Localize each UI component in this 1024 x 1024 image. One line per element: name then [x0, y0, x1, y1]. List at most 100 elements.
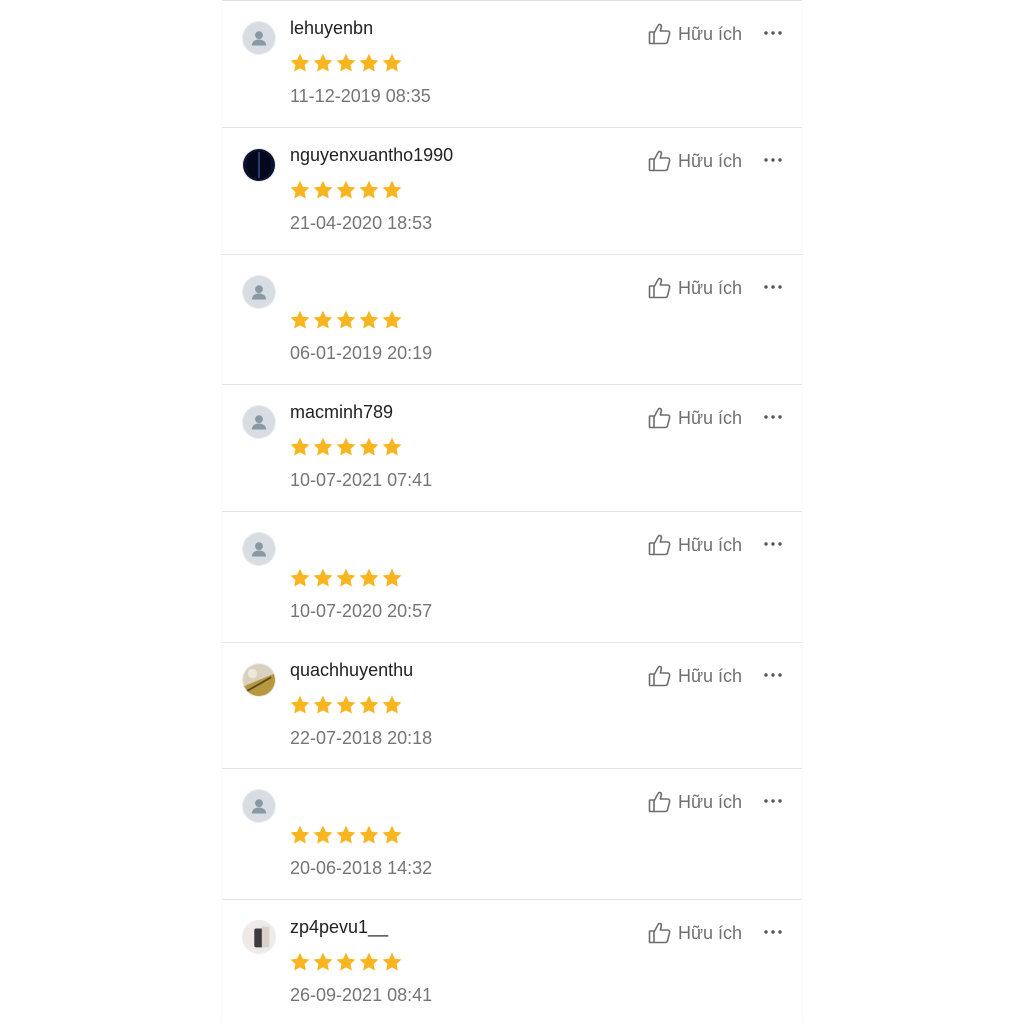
more-options-icon[interactable]: [762, 27, 784, 39]
reviewer-username[interactable]: zp4pevu1__: [290, 917, 388, 938]
thumbs-up-icon: [648, 22, 672, 46]
helpful-button[interactable]: Hữu ích: [648, 663, 742, 689]
rating-stars: [289, 824, 404, 846]
star-filled-icon: [358, 824, 380, 846]
star-filled-icon: [381, 436, 403, 458]
helpful-label: Hữu ích: [678, 665, 743, 686]
star-filled-icon: [335, 694, 357, 716]
star-filled-icon: [335, 824, 357, 846]
thumbs-up-icon: [648, 664, 672, 688]
helpful-button[interactable]: Hữu ích: [648, 21, 742, 47]
star-filled-icon: [335, 309, 357, 331]
person-silhouette-icon: [243, 22, 275, 54]
rating-stars: [289, 567, 404, 589]
more-options-icon[interactable]: [762, 926, 784, 938]
star-filled-icon: [335, 436, 357, 458]
helpful-label: Hữu ích: [678, 534, 743, 555]
person-silhouette-icon: [243, 406, 275, 438]
more-options-icon[interactable]: [762, 795, 784, 807]
star-filled-icon: [381, 309, 403, 331]
helpful-button[interactable]: Hữu ích: [648, 275, 742, 301]
review-date: 22-07-2018 20:18: [290, 728, 433, 748]
user-avatar[interactable]: [242, 21, 276, 55]
star-filled-icon: [381, 52, 403, 74]
rating-stars: [289, 694, 404, 716]
user-avatar[interactable]: [242, 275, 276, 309]
review-list: lehuyenbn 11-12-2019 08:35 Hữu ích nguyenxu…: [222, 0, 802, 1024]
star-filled-icon: [358, 567, 380, 589]
review-item: nguyenxuantho1990 21-04-2020 18:53 Hữu ích: [222, 128, 802, 255]
star-filled-icon: [312, 309, 334, 331]
star-filled-icon: [289, 52, 311, 74]
rating-stars: [289, 951, 404, 973]
helpful-label: Hữu ích: [678, 150, 743, 171]
star-filled-icon: [312, 52, 334, 74]
star-filled-icon: [381, 179, 403, 201]
avatar-photo: [243, 921, 275, 953]
review-item: 20-06-2018 14:32 Hữu ích: [222, 769, 802, 900]
rating-stars: [289, 52, 404, 74]
star-filled-icon: [335, 951, 357, 973]
thumbs-up-icon: [648, 406, 672, 430]
review-item: 10-07-2020 20:57 Hữu ích: [222, 512, 802, 643]
star-filled-icon: [312, 951, 334, 973]
star-filled-icon: [312, 567, 334, 589]
star-filled-icon: [289, 694, 311, 716]
helpful-button[interactable]: Hữu ích: [648, 148, 742, 174]
person-silhouette-icon: [243, 790, 275, 822]
star-filled-icon: [289, 309, 311, 331]
reviewer-username[interactable]: lehuyenbn: [290, 18, 373, 39]
star-filled-icon: [358, 309, 380, 331]
star-filled-icon: [358, 179, 380, 201]
star-filled-icon: [312, 824, 334, 846]
reviewer-username[interactable]: quachhuyenthu: [290, 660, 413, 681]
helpful-label: Hữu ích: [678, 791, 743, 812]
person-silhouette-icon: [243, 276, 275, 308]
review-item: macminh789 10-07-2021 07:41 Hữu ích: [222, 385, 802, 512]
user-avatar[interactable]: [242, 532, 276, 566]
helpful-button[interactable]: Hữu ích: [648, 789, 742, 815]
reviewer-username[interactable]: nguyenxuantho1990: [290, 145, 453, 166]
star-filled-icon: [312, 436, 334, 458]
helpful-button[interactable]: Hữu ích: [648, 532, 742, 558]
star-filled-icon: [312, 694, 334, 716]
review-item: zp4pevu1__ 26-09-2021 08:41 Hữu ích: [222, 900, 802, 1024]
avatar-photo: [243, 149, 275, 181]
helpful-label: Hữu ích: [678, 23, 743, 44]
more-options-icon[interactable]: [762, 538, 784, 550]
helpful-button[interactable]: Hữu ích: [648, 920, 742, 946]
person-silhouette-icon: [243, 533, 275, 565]
more-options-icon[interactable]: [762, 281, 784, 293]
review-item: lehuyenbn 11-12-2019 08:35 Hữu ích: [222, 1, 802, 128]
user-avatar[interactable]: [242, 148, 276, 182]
review-date: 21-04-2020 18:53: [290, 213, 433, 233]
avatar-photo: [243, 664, 275, 696]
star-filled-icon: [289, 824, 311, 846]
user-avatar[interactable]: [242, 663, 276, 697]
user-avatar[interactable]: [242, 789, 276, 823]
star-filled-icon: [381, 824, 403, 846]
star-filled-icon: [335, 567, 357, 589]
thumbs-up-icon: [648, 790, 672, 814]
more-options-icon[interactable]: [762, 669, 784, 681]
rating-stars: [289, 179, 404, 201]
review-date: 10-07-2021 07:41: [290, 470, 433, 490]
review-date: 10-07-2020 20:57: [290, 601, 433, 621]
more-options-icon[interactable]: [762, 154, 784, 166]
user-avatar[interactable]: [242, 920, 276, 954]
star-filled-icon: [381, 951, 403, 973]
more-options-icon[interactable]: [762, 411, 784, 423]
star-filled-icon: [289, 436, 311, 458]
review-date: 11-12-2019 08:35: [290, 86, 431, 106]
helpful-button[interactable]: Hữu ích: [648, 405, 742, 431]
review-date: 06-01-2019 20:19: [290, 343, 433, 363]
star-filled-icon: [289, 951, 311, 973]
star-filled-icon: [289, 567, 311, 589]
star-filled-icon: [358, 52, 380, 74]
user-avatar[interactable]: [242, 405, 276, 439]
helpful-label: Hữu ích: [678, 407, 743, 428]
reviewer-username[interactable]: macminh789: [290, 402, 393, 423]
star-filled-icon: [312, 179, 334, 201]
helpful-label: Hữu ích: [678, 277, 743, 298]
star-filled-icon: [335, 52, 357, 74]
